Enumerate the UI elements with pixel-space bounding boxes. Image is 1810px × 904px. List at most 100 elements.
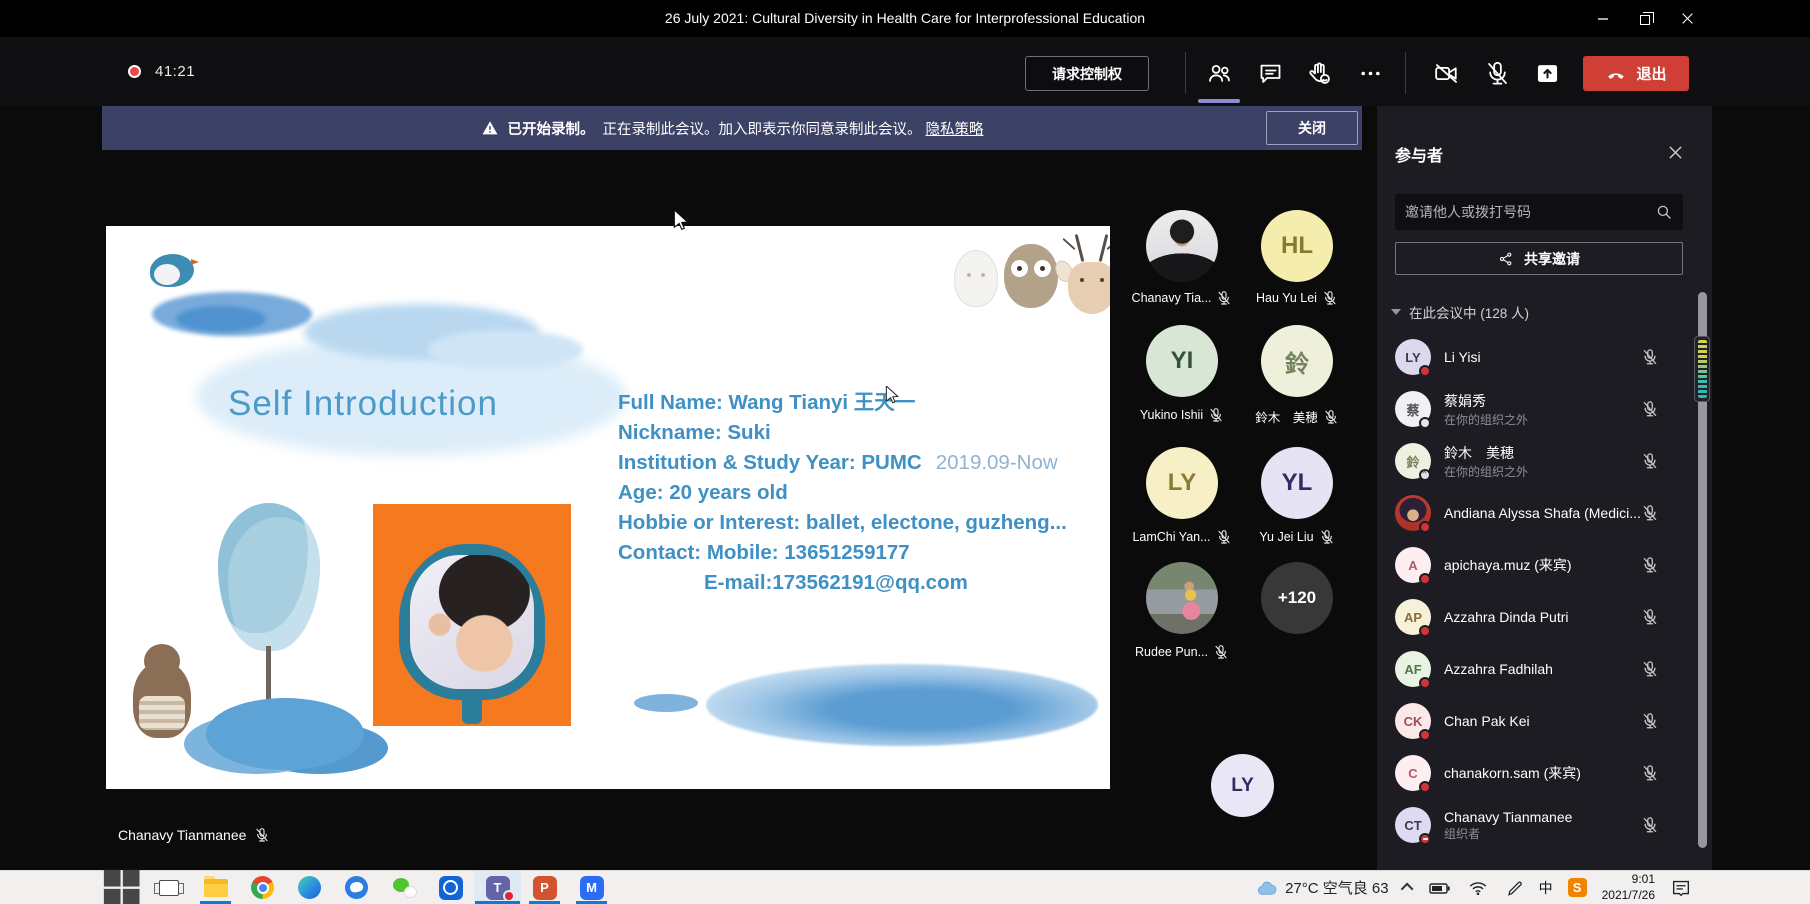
teams-button[interactable]: T	[474, 871, 521, 904]
tile-label: 鈴木 美穂	[1232, 407, 1362, 426]
participant-row[interactable]: CK Chan Pak Kei	[1377, 695, 1697, 747]
notification-badge	[503, 890, 515, 902]
leave-label: 退出	[1636, 63, 1666, 84]
toolbar-separator	[1405, 52, 1406, 94]
video-tile-hau-yu-lei[interactable]: HL	[1241, 210, 1353, 282]
camera-off-icon	[1433, 60, 1460, 87]
participant-row[interactable]: AF Azzahra Fadhilah	[1377, 643, 1697, 695]
chevron-up-icon[interactable]	[1400, 883, 1413, 896]
wechat-button[interactable]	[380, 871, 427, 904]
window-title: 26 July 2021: Cultural Diversity in Heal…	[0, 0, 1810, 37]
mic-off-icon[interactable]	[1641, 764, 1659, 782]
share-screen-button[interactable]	[1525, 49, 1569, 97]
pen-icon[interactable]	[1504, 878, 1524, 898]
participant-row[interactable]: A apichaya.muz (来宾)	[1377, 539, 1697, 591]
share-screen-icon	[1534, 60, 1561, 87]
participant-row[interactable]: Andiana Alyssa Shafa (Medici...	[1377, 487, 1697, 539]
cloud-icon	[1256, 879, 1278, 897]
video-tile-lamchi[interactable]: LY	[1126, 447, 1238, 519]
deer-antler-art	[1075, 234, 1085, 262]
qq-browser-icon	[345, 876, 368, 899]
participant-row[interactable]: C chanakorn.sam (来宾)	[1377, 747, 1697, 799]
action-center-icon[interactable]	[1670, 877, 1692, 899]
minimize-button[interactable]	[1580, 0, 1626, 37]
dictionary-app-button[interactable]	[427, 871, 474, 904]
taskbar-clock[interactable]: 9:01 2021/7/26	[1602, 872, 1655, 903]
wifi-icon[interactable]	[1467, 877, 1489, 899]
panel-close-button[interactable]	[1661, 138, 1689, 166]
taskbar: T P M 27°C 空气良 63	[0, 870, 1810, 904]
more-options-button[interactable]	[1348, 49, 1392, 97]
mic-off-icon[interactable]	[1641, 816, 1659, 834]
leave-meeting-button[interactable]: 退出	[1583, 56, 1689, 91]
overflow-tile[interactable]: +120	[1241, 562, 1353, 634]
mic-off-icon[interactable]	[1641, 504, 1659, 522]
invite-search-box[interactable]	[1395, 194, 1683, 230]
powerpoint-icon: P	[533, 876, 557, 900]
banner-close-button[interactable]: 关闭	[1266, 111, 1358, 145]
status-badge-busy	[1419, 573, 1431, 585]
ime-indicator[interactable]: 中	[1539, 878, 1553, 898]
edge-icon	[298, 876, 321, 899]
mic-off-icon[interactable]	[1641, 556, 1659, 574]
chrome-icon	[251, 876, 274, 899]
edge-button[interactable]	[286, 871, 333, 904]
task-view-button[interactable]	[145, 871, 192, 904]
audio-level-meter	[1694, 336, 1710, 402]
request-control-button[interactable]: 请求控制权	[1025, 56, 1149, 91]
speaker-mini-tile[interactable]: LY	[1211, 754, 1274, 817]
recording-timer: 41:21	[155, 63, 195, 80]
deer-head-art	[1068, 262, 1110, 314]
mic-off-icon[interactable]	[1641, 712, 1659, 730]
close-button[interactable]	[1664, 0, 1710, 37]
mic-off-icon[interactable]	[1641, 608, 1659, 626]
cloud-art	[428, 330, 583, 370]
raise-hand-button[interactable]	[1297, 49, 1341, 97]
wechat-icon	[392, 876, 416, 900]
active-tab-underline	[1198, 99, 1240, 103]
participant-row[interactable]: LY Li Yisi	[1377, 331, 1697, 383]
video-tile-yukino[interactable]: YI	[1126, 325, 1238, 397]
video-tile-suzuki[interactable]: 鈴	[1241, 325, 1353, 397]
video-tile-yu-jei-liu[interactable]: YL	[1241, 447, 1353, 519]
start-button[interactable]	[98, 871, 145, 904]
mic-toggle-button[interactable]	[1475, 49, 1519, 97]
privacy-policy-link[interactable]: 隐私策略	[926, 118, 984, 139]
battery-icon[interactable]	[1428, 876, 1452, 900]
slide-line: Institution & Study Year: PUMC2019.09-No…	[618, 448, 1096, 478]
presenter-cursor-icon	[884, 386, 902, 406]
participant-row[interactable]: AP Azzahra Dinda Putri	[1377, 591, 1697, 643]
chrome-button[interactable]	[239, 871, 286, 904]
status-badge-busy	[1419, 625, 1431, 637]
photo-card	[373, 504, 571, 726]
portrait-photo	[410, 555, 534, 689]
in-meeting-section-header[interactable]: 在此会议中 (128 人)	[1391, 302, 1529, 322]
weather-widget[interactable]: 27°C 空气良 63	[1256, 877, 1389, 898]
participant-name: chanakorn.sam (来宾)	[1444, 763, 1641, 783]
slide-line: Hobbie or Interest: ballet, electone, gu…	[618, 508, 1096, 538]
restore-button[interactable]	[1622, 0, 1668, 37]
mic-off-icon[interactable]	[1641, 400, 1659, 418]
mic-off-icon[interactable]	[1641, 348, 1659, 366]
powerpoint-button[interactable]: P	[521, 871, 568, 904]
participant-row[interactable]: 鈴 鈴木 美穂 在你的组织之外	[1377, 435, 1697, 487]
sogou-ime-icon[interactable]: S	[1568, 878, 1587, 897]
meter-stripes	[1698, 340, 1707, 398]
video-tile-rudee[interactable]	[1126, 562, 1238, 634]
invite-search-input[interactable]	[1395, 204, 1655, 220]
folder-icon	[204, 879, 228, 897]
share-invite-button[interactable]: 共享邀请	[1395, 242, 1683, 275]
weather-text: 27°C 空气良 63	[1285, 877, 1389, 898]
participant-row[interactable]: CT Chanavy Tianmanee 组织者	[1377, 799, 1697, 851]
participant-subtitle: 组织者	[1444, 825, 1641, 842]
mic-off-icon[interactable]	[1641, 660, 1659, 678]
video-tile-chanavy[interactable]	[1126, 210, 1238, 282]
camera-toggle-button[interactable]	[1424, 49, 1468, 97]
participant-row[interactable]: 蔡 蔡娟秀 在你的组织之外	[1377, 383, 1697, 435]
participants-toggle-button[interactable]	[1197, 49, 1241, 97]
meeting-app-button[interactable]: M	[568, 871, 615, 904]
qq-browser-button[interactable]	[333, 871, 380, 904]
mic-off-icon[interactable]	[1641, 452, 1659, 470]
file-explorer-button[interactable]	[192, 871, 239, 904]
chat-button[interactable]	[1248, 49, 1292, 97]
